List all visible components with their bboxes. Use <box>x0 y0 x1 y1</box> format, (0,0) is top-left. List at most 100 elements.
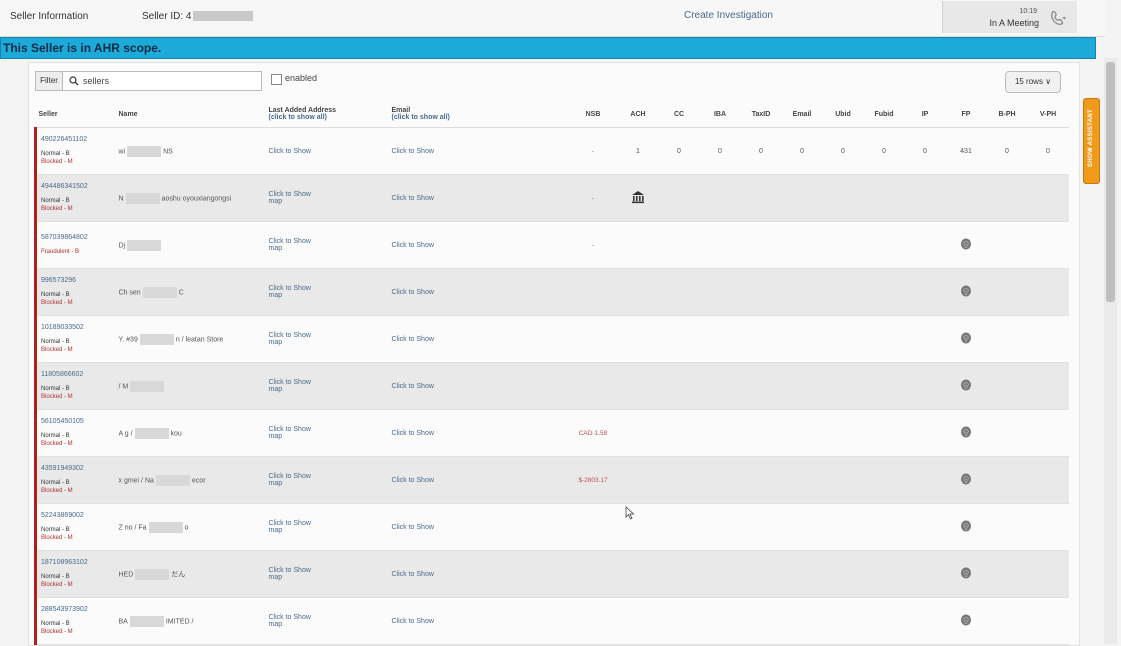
table-row[interactable]: 494486341502 Normal - B Blocked - M Naoshu … <box>34 174 1069 222</box>
address-map-link[interactable]: map <box>269 621 283 628</box>
seller-id-link[interactable]: 494486341502 <box>41 183 113 190</box>
seller-cell[interactable]: 587039864802 Fraudulent - B <box>34 221 116 269</box>
table-row[interactable]: 52243869002 Normal - B Blocked - M Z no / F… <box>34 503 1069 551</box>
email-show-link[interactable]: Click to Show <box>392 571 434 578</box>
col-email[interactable]: Email (click to show all) <box>388 101 569 128</box>
address-show-link[interactable]: Click to Show <box>269 379 311 386</box>
col-fp[interactable]: FP <box>945 101 987 128</box>
address-show-link[interactable]: Click to Show <box>269 332 311 339</box>
seller-cell[interactable]: 490226451102 Normal - B Blocked - M <box>34 127 116 175</box>
fingerprint-icon[interactable] <box>960 379 972 391</box>
address-map-link[interactable]: map <box>269 245 283 252</box>
seller-id-link[interactable]: 587039864802 <box>41 234 113 241</box>
address-show-link[interactable]: Click to Show <box>269 148 311 155</box>
address-show-link[interactable]: Click to Show <box>269 614 311 621</box>
email-show-link[interactable]: Click to Show <box>392 524 434 531</box>
address-map-link[interactable]: map <box>269 433 283 440</box>
address-show-link[interactable]: Click to Show <box>269 520 311 527</box>
col-address[interactable]: Last Added Address (click to show all) <box>265 101 389 128</box>
address-show-link[interactable]: Click to Show <box>269 285 311 292</box>
table-row[interactable]: 10189033502 Normal - B Blocked - M Y. #39 n … <box>34 315 1069 363</box>
fingerprint-icon[interactable] <box>960 567 972 579</box>
seller-cell[interactable]: 52243869002 Normal - B Blocked - M <box>34 503 116 551</box>
email-show-link[interactable]: Click to Show <box>392 289 434 296</box>
fingerprint-icon[interactable] <box>960 238 972 250</box>
phone-icon[interactable] <box>1049 9 1067 27</box>
col-ubid[interactable]: Ubid <box>822 101 864 128</box>
col-address-show-all[interactable]: (click to show all) <box>269 114 327 121</box>
seller-cell[interactable]: 11805866602 Normal - B Blocked - M <box>34 362 116 410</box>
rows-per-page-select[interactable]: 15 rows ∨ <box>1005 71 1061 93</box>
address-show-link[interactable]: Click to Show <box>269 238 311 245</box>
col-bph[interactable]: B-PH <box>986 101 1028 128</box>
col-taxid[interactable]: TaxID <box>740 101 782 128</box>
seller-id-link[interactable]: 11805866602 <box>41 371 113 378</box>
seller-cell[interactable]: 288543973902 Normal - B Blocked - M <box>34 597 116 645</box>
seller-id-link[interactable]: 10189033502 <box>41 324 113 331</box>
col-seller[interactable]: Seller <box>35 101 116 128</box>
table-row[interactable]: 587039864802 Fraudulent - B Dj Click to Sho… <box>34 221 1069 269</box>
table-row[interactable]: 996573296 Normal - B Blocked - M Ch sen C Cli… <box>34 268 1069 316</box>
address-show-link[interactable]: Click to Show <box>269 567 311 574</box>
address-map-link[interactable]: map <box>269 198 283 205</box>
address-map-link[interactable]: map <box>269 386 283 393</box>
email-show-link[interactable]: Click to Show <box>392 242 434 249</box>
table-row[interactable]: 490226451102 Normal - B Blocked - M wi NS Cli… <box>34 127 1069 175</box>
fingerprint-icon[interactable] <box>960 473 972 485</box>
col-name[interactable]: Name <box>115 101 266 128</box>
bank-icon[interactable] <box>631 190 645 204</box>
col-ip[interactable]: IP <box>904 101 946 128</box>
seller-cell[interactable]: 494486341502 Normal - B Blocked - M <box>34 174 116 222</box>
seller-cell[interactable]: 187108963102 Normal - B Blocked - M <box>34 550 116 598</box>
seller-id-link[interactable]: 288543973902 <box>41 606 113 613</box>
address-show-link[interactable]: Click to Show <box>269 473 311 480</box>
address-show-link[interactable]: Click to Show <box>269 426 311 433</box>
fingerprint-icon[interactable] <box>960 520 972 532</box>
seller-cell[interactable]: 43591949302 Normal - B Blocked - M <box>34 456 116 504</box>
seller-cell[interactable]: 56105450105 Normal - B Blocked - M <box>34 409 116 457</box>
email-show-link[interactable]: Click to Show <box>392 477 434 484</box>
col-ach[interactable]: ACH <box>617 101 659 128</box>
fingerprint-icon[interactable] <box>960 285 972 297</box>
email-show-link[interactable]: Click to Show <box>392 430 434 437</box>
address-map-link[interactable]: map <box>269 574 283 581</box>
page-scrollbar-thumb[interactable] <box>1106 62 1115 302</box>
email-show-link[interactable]: Click to Show <box>392 618 434 625</box>
seller-cell[interactable]: 996573296 Normal - B Blocked - M <box>34 268 116 316</box>
create-investigation-link[interactable]: Create Investigation <box>684 10 773 21</box>
col-cc[interactable]: CC <box>658 101 700 128</box>
email-show-link[interactable]: Click to Show <box>392 383 434 390</box>
col-email-show-all[interactable]: (click to show all) <box>392 114 450 121</box>
email-show-link[interactable]: Click to Show <box>392 336 434 343</box>
email-show-link[interactable]: Click to Show <box>392 195 434 202</box>
table-row[interactable]: 187108963102 Normal - B Blocked - M HED だん Cl… <box>34 550 1069 598</box>
col-iba[interactable]: IBA <box>699 101 741 128</box>
fingerprint-icon[interactable] <box>960 332 972 344</box>
seller-id-link[interactable]: 996573296 <box>41 277 113 284</box>
table-row[interactable]: 11805866602 Normal - B Blocked - M / M Click… <box>34 362 1069 410</box>
table-row[interactable]: 43591949302 Normal - B Blocked - M x gmei /… <box>34 456 1069 504</box>
seller-id-link[interactable]: 52243869002 <box>41 512 113 519</box>
enabled-checkbox[interactable] <box>271 74 282 85</box>
seller-id-link[interactable]: 187108963102 <box>41 559 113 566</box>
col-fubid[interactable]: Fubid <box>863 101 905 128</box>
address-show-link[interactable]: Click to Show <box>269 191 311 198</box>
table-row[interactable]: 56105450105 Normal - B Blocked - M A g / kou… <box>34 409 1069 457</box>
seller-id-link[interactable]: 56105450105 <box>41 418 113 425</box>
filter-input[interactable]: sellers <box>62 71 262 91</box>
seller-id-link[interactable]: 43591949302 <box>41 465 113 472</box>
address-map-link[interactable]: map <box>269 527 283 534</box>
table-row[interactable]: 288543973902 Normal - B Blocked - M BA IMITE… <box>34 597 1069 645</box>
fingerprint-icon[interactable] <box>960 614 972 626</box>
address-map-link[interactable]: map <box>269 292 283 299</box>
seller-cell[interactable]: 10189033502 Normal - B Blocked - M <box>34 315 116 363</box>
agent-status[interactable]: 10:19 In A Meeting <box>942 1 1077 33</box>
email-show-link[interactable]: Click to Show <box>392 148 434 155</box>
address-map-link[interactable]: map <box>269 480 283 487</box>
col-nsb[interactable]: NSB <box>568 101 618 128</box>
show-assistant-tab[interactable]: SHOW ASSISTANT <box>1083 98 1100 184</box>
col-vph[interactable]: V-PH <box>1027 101 1069 128</box>
seller-id-link[interactable]: 490226451102 <box>41 136 113 143</box>
col-email-count[interactable]: Email <box>781 101 823 128</box>
fingerprint-icon[interactable] <box>960 426 972 438</box>
